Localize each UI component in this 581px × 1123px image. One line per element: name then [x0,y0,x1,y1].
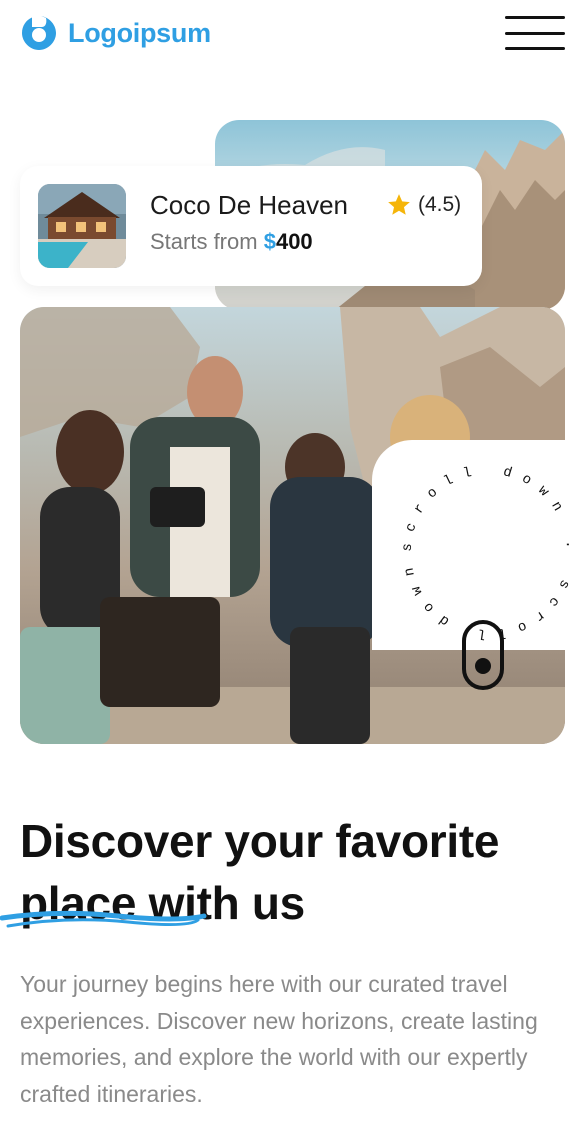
title-line-1: Discover your favorite [20,815,500,867]
star-icon [388,194,410,215]
menu-line [505,47,565,50]
price-currency: $ [263,229,276,254]
scroll-ring-text: scroll down . scroll down . [392,455,567,642]
hero-description: Your journey begins here with our curate… [20,971,538,1107]
header: Logoipsum [0,0,581,70]
place-title: Coco De Heaven [150,190,348,220]
price-prefix: Starts from [150,229,258,254]
hamburger-menu-icon[interactable] [505,16,565,50]
scroll-down-mouse-icon[interactable] [462,620,504,690]
menu-line [505,16,565,19]
place-card[interactable]: Coco De Heaven (4.5) Starts from $400 [20,166,482,286]
menu-line [505,31,565,35]
price-amount: 400 [275,229,313,254]
svg-text:scroll down . scroll down .: scroll down . scroll down . [392,455,578,642]
hotel-thumbnail [38,184,126,268]
rating: (4.5) [386,192,461,218]
rating-value: (4.5) [418,193,462,216]
brush-underline [0,910,207,928]
mouse-dot [475,658,491,674]
logo-text: Logoipsum [68,17,211,48]
logo[interactable]: Logoipsum [20,14,211,52]
logo-icon [22,16,56,50]
price-line: Starts from $400 [150,229,313,255]
